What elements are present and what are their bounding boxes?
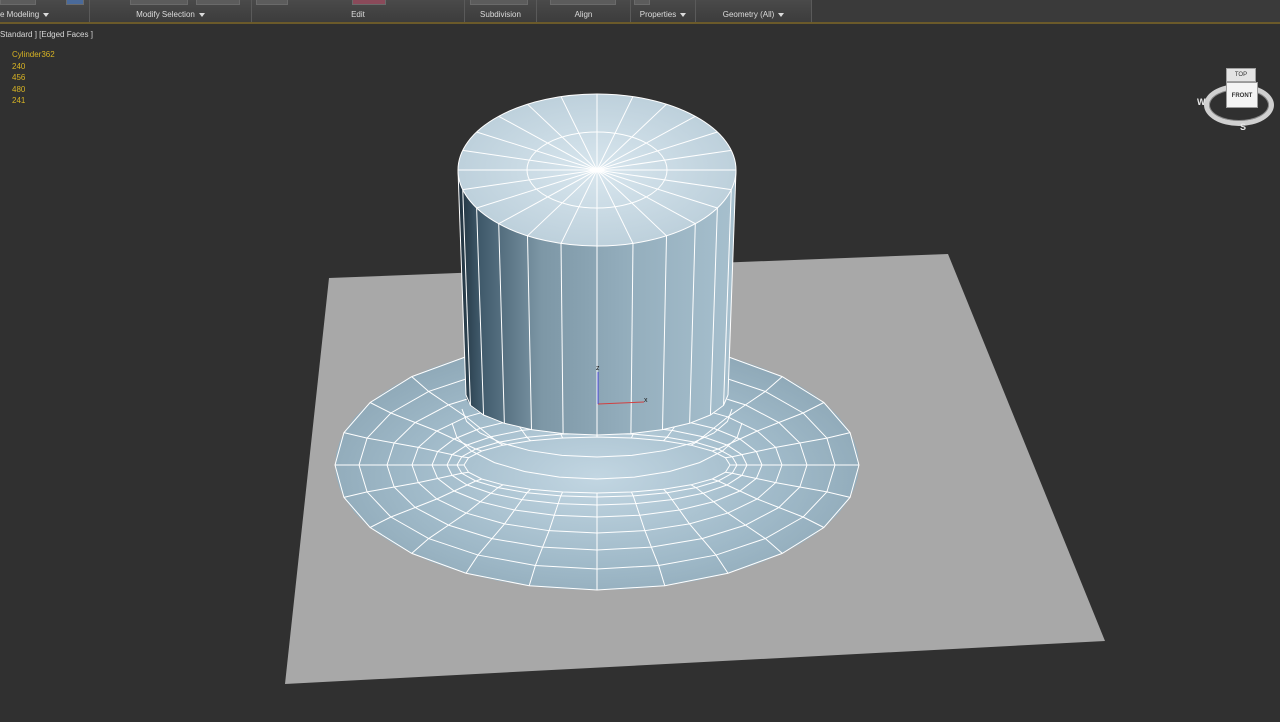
ribbon-group-align[interactable]: Align (537, 0, 631, 22)
modify-selection-label: Modify Selection (136, 10, 195, 19)
ribbon-group-geometry[interactable]: Geometry (All) (696, 0, 812, 22)
align-label: Align (574, 10, 593, 19)
perspective-viewport[interactable]: Standard ] [Edged Faces ] Cylinder362 24… (0, 24, 1280, 722)
compass-west-label[interactable]: W (1197, 97, 1206, 107)
chevron-down-icon (198, 12, 205, 17)
ribbon-group-label: Modify Selection (90, 10, 251, 19)
chevron-down-icon (43, 12, 50, 17)
gizmo-x-label: x (644, 397, 648, 404)
ribbon-group-subdivision[interactable]: Subdivision (465, 0, 537, 22)
viewcube-top-face[interactable]: TOP (1226, 68, 1256, 82)
application-window: e Modeling Modify Selection Edit Subdivi… (0, 0, 1280, 722)
ribbon-label-prefix: e (0, 10, 7, 19)
chevron-down-icon (680, 12, 687, 17)
viewcube-front-face[interactable]: FRONT (1226, 82, 1258, 108)
ribbon-group-modeling[interactable]: e Modeling (0, 0, 90, 22)
compass-south-label[interactable]: S (1240, 122, 1246, 132)
ribbon-group-edit[interactable]: Edit (252, 0, 465, 22)
ribbon-group-label: e Modeling (0, 10, 89, 19)
gizmo-z-label: z (596, 365, 600, 372)
ribbon-group-properties[interactable]: Properties (631, 0, 696, 22)
ribbon-group-label: Edit (252, 10, 464, 19)
properties-label: Properties (639, 10, 677, 19)
ribbon-group-modify-selection[interactable]: Modify Selection (90, 0, 252, 22)
edit-label: Edit (351, 10, 365, 19)
geometry-all-label: Geometry (All) (722, 10, 775, 19)
modeling-ribbon: e Modeling Modify Selection Edit Subdivi… (0, 0, 1280, 23)
ribbon-group-label: Properties (631, 10, 695, 19)
ribbon-empty-area (812, 0, 1280, 22)
scene-canvas[interactable]: x z (0, 24, 1280, 722)
ribbon-group-label: Subdivision (465, 10, 536, 19)
modeling-label: Modeling (6, 10, 40, 19)
subdivision-label: Subdivision (480, 10, 521, 19)
ribbon-group-label: Geometry (All) (696, 10, 811, 19)
ribbon-group-label: Align (537, 10, 630, 19)
hat-top-cap-wireframe (457, 93, 737, 247)
chevron-down-icon (778, 12, 785, 17)
viewcube[interactable]: TOP FRONT W S (1196, 62, 1280, 142)
